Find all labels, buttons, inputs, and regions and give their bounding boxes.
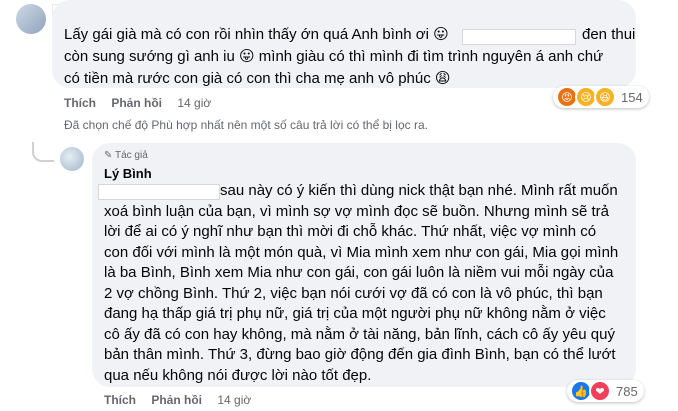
comment-actions: Thích Phản hồi 14 giờ xyxy=(64,96,223,110)
comment-timestamp[interactable]: 14 giờ xyxy=(177,96,211,110)
comment-bubble: Lấy gái già mà có con rồi nhìn thấy ớn q… xyxy=(52,0,636,88)
comment-line-1: Lấy gái già mà có con rồi nhìn thấy ớn q… xyxy=(64,26,449,43)
filter-notice: Đã chọn chế độ Phù hợp nhất nên một số c… xyxy=(64,118,428,132)
thread-connector xyxy=(32,142,54,162)
author-badge: ✎ Tác giả xyxy=(104,150,148,161)
like-button[interactable]: Thích xyxy=(64,96,96,110)
reply-line-10: qua nếu không nói được lời nào tốt đẹp. xyxy=(104,366,372,384)
commenter-avatar[interactable] xyxy=(16,4,46,34)
reply-line-5: là ba Bình, Bình xem Mia như con gái, co… xyxy=(104,264,614,281)
like-button[interactable]: Thích xyxy=(104,393,136,407)
comment-line-3: có tiền mà rước con già có con thì cha m… xyxy=(64,70,451,87)
comment-line-2: còn sung sướng gì anh iu 😛 mình giàu có … xyxy=(64,48,604,65)
reply-line-3: lời để ai có ý nghĩ như bạn thì mời đi c… xyxy=(104,223,597,240)
reply-actions: Thích Phản hồi 14 giờ xyxy=(104,393,263,407)
reply-button[interactable]: Phản hồi xyxy=(151,393,202,407)
haha-icon: 😆 xyxy=(594,86,616,108)
reply-line-7: đang hạ thấp giá trị phụ nữ, giá trị của… xyxy=(104,305,606,322)
reply-line-9: bản thân mình. Thứ 3, đừng bao giờ động … xyxy=(104,346,616,363)
redacted-mention xyxy=(98,184,220,200)
love-icon: ❤ xyxy=(589,380,611,402)
reply-line-1: sau này có ý kiến thì dùng nick thật bạn… xyxy=(220,182,618,199)
reply-line-6: 2 vợ chồng Bình. Thứ 2, việc bạn nói cướ… xyxy=(104,284,603,302)
author-avatar[interactable] xyxy=(60,147,84,171)
reaction-count: 154 xyxy=(621,89,643,105)
reply-line-8: cô ấy đã có con hay không, mà nằm ở tài … xyxy=(104,325,615,343)
reply-button[interactable]: Phản hồi xyxy=(111,96,162,110)
comment-line-1-end: đen thui xyxy=(582,26,636,43)
reply-line-2: xoá bình luận của bạn, vì mình sợ vợ mìn… xyxy=(104,202,609,220)
reaction-summary[interactable]: 😡 😢 😆 154 xyxy=(553,86,649,108)
reply-reaction-summary[interactable]: 👍 ❤ 785 xyxy=(567,380,644,402)
reaction-count: 785 xyxy=(616,383,638,399)
author-name[interactable]: Lý Bình xyxy=(104,166,152,181)
redacted-mention xyxy=(462,29,576,45)
reply-timestamp[interactable]: 14 giờ xyxy=(217,393,251,407)
reply-line-4: con đối với mình là một món quà, vì Mia … xyxy=(104,243,619,261)
